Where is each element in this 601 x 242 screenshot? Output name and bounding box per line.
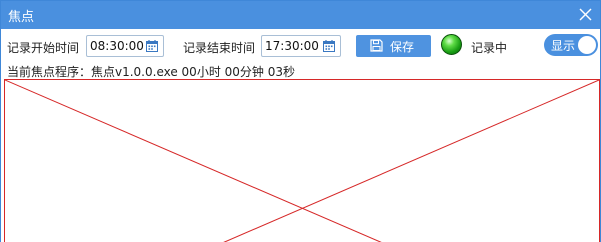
start-time-value: 08:30:00: [90, 39, 144, 53]
toolbar: 记录开始时间 08:30:00 记录结束时间 17:30:00 保存 记录中 显…: [1, 29, 600, 63]
close-icon[interactable]: [577, 6, 594, 23]
toggle-knob[interactable]: [578, 36, 596, 54]
window-title: 焦点: [8, 10, 35, 25]
start-time-label: 记录开始时间: [7, 41, 80, 55]
save-icon: [370, 39, 383, 52]
calendar-icon[interactable]: [322, 39, 336, 53]
current-focus-info: 当前焦点程序：焦点v1.0.0.exe 00小时 00分钟 03秒: [7, 65, 295, 79]
display-toggle-label: 显示: [551, 39, 576, 53]
calendar-icon[interactable]: [145, 39, 159, 53]
title-bar[interactable]: 焦点: [1, 1, 600, 29]
display-toggle[interactable]: 显示: [544, 34, 598, 56]
end-time-value: 17:30:00: [265, 39, 319, 53]
save-button-label: 保存: [390, 40, 415, 54]
end-time-input[interactable]: 17:30:00: [261, 35, 341, 57]
start-time-input[interactable]: 08:30:00: [86, 35, 164, 57]
app-window: 焦点 记录开始时间 08:30:00 记录结束时间 17:30:00 保存 记录…: [0, 0, 601, 242]
save-button[interactable]: 保存: [356, 35, 431, 57]
recording-status-indicator: [441, 34, 462, 55]
recording-status-label: 记录中: [471, 41, 508, 55]
end-time-label: 记录结束时间: [183, 41, 256, 55]
content-placeholder: [4, 79, 600, 242]
